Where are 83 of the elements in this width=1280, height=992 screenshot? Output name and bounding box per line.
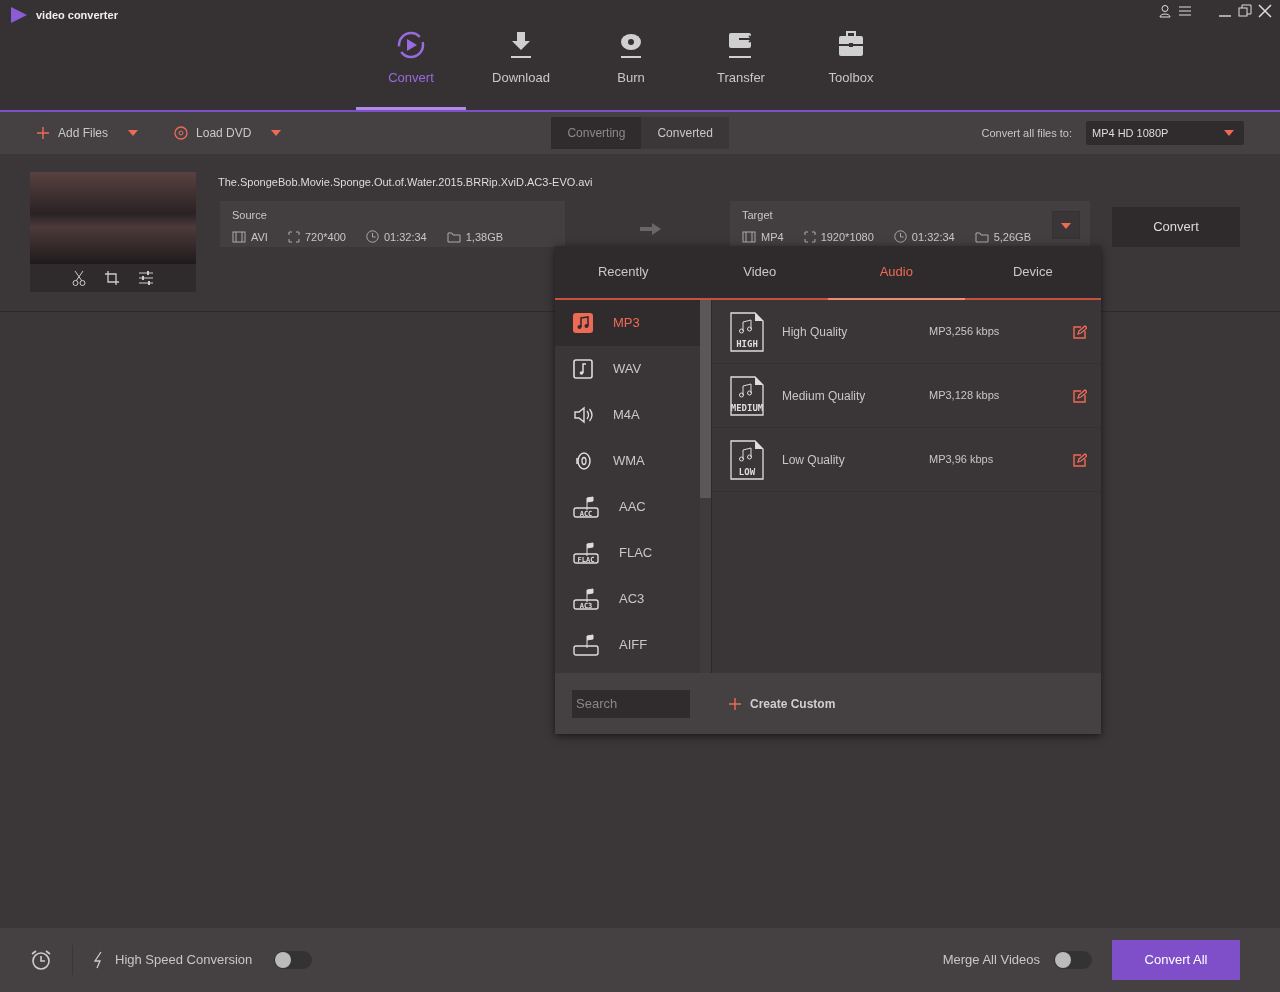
edit-icon[interactable] [1073,324,1087,339]
preset-row[interactable]: HIGH High Quality MP3,256 kbps [712,300,1101,364]
search-field[interactable]: Search [572,689,690,718]
convert-button[interactable]: Convert [1112,207,1240,247]
speaker-icon [573,405,593,425]
format-item[interactable]: WMA [555,438,700,484]
expand-icon [803,230,816,243]
caret-icon [271,130,282,136]
convert-all-label: Convert all files to: [981,125,1072,141]
sliders-icon[interactable] [138,270,154,286]
caret-icon [128,130,139,136]
film-icon [742,230,756,243]
convert-all-button[interactable]: Convert All [1112,940,1240,980]
toggle-switch[interactable] [1054,951,1092,969]
preset-detail: MP3,96 kbps [929,452,995,468]
size-text: 5,26GB [993,229,1031,245]
size-text: 1,38GB [465,229,504,245]
format-item[interactable]: WAV [555,346,700,392]
panel-title: Source [232,208,268,223]
preset-row[interactable]: LOW Low Quality MP3,96 kbps [712,428,1101,492]
view-tab[interactable]: Converted [641,117,729,149]
format-tab[interactable]: Device [964,246,1101,298]
preset-detail: MP3,256 kbps [929,324,1001,340]
nav-tab[interactable]: Transfer [686,0,796,110]
resolution-text: 720*400 [304,229,346,245]
format-item[interactable]: AIFF [555,622,700,668]
crop-icon[interactable] [104,270,120,286]
format-item[interactable]: M4A [555,392,700,438]
audio-file-icon: LOW [728,439,766,480]
format-tab[interactable]: Audio [828,246,965,300]
app-title: video converter [36,7,118,23]
plus-icon [728,696,742,711]
audio-file-icon [573,634,599,656]
target-dropdown[interactable] [1052,211,1080,239]
file-name: The.SpongeBob.Movie.Sponge.Out.of.Water.2015.BRRip.XviD.AC3-EVO.avi [218,175,593,190]
folder-icon [974,230,989,243]
format-tab[interactable]: Recently [555,246,692,298]
edit-icon[interactable] [1073,388,1087,403]
preset-name: High Quality [782,323,849,341]
format-item[interactable]: MP3 [555,300,700,346]
menu-icon[interactable] [1178,4,1192,18]
music-note-icon [573,313,593,333]
nav-tab[interactable]: Burn [576,0,686,110]
caret-icon [1061,222,1071,229]
preset-name: Medium Quality [782,387,867,405]
preset-detail: MP3,128 kbps [929,388,1001,404]
preset-name: Low Quality [782,451,846,469]
format-tab[interactable]: Video [691,246,828,298]
music-note-icon [573,359,593,379]
nav-tab[interactable]: Download [466,0,576,110]
toggle-switch[interactable] [274,951,313,969]
logo-icon [10,6,28,24]
close-icon[interactable] [1258,4,1272,18]
nav-tab[interactable]: Toolbox [796,0,906,110]
duration-text: 01:32:34 [911,229,955,245]
duration-text: 01:32:34 [383,229,427,245]
panel-title: Target [742,208,774,223]
arrow-icon [640,222,662,236]
film-icon [232,230,246,243]
create-custom-button[interactable]: Create Custom [722,693,842,714]
restore-icon[interactable] [1238,4,1252,18]
disc-icon [174,126,189,140]
edit-icon[interactable] [1073,452,1087,467]
user-icon[interactable] [1158,4,1172,18]
load-dvd-button[interactable]: Load DVD [174,124,282,142]
add-files-button[interactable]: Add Files [36,124,139,142]
scissors-icon[interactable] [72,270,86,286]
format-text: MP4 [761,229,784,245]
format-text: AVI [251,229,268,245]
clock-icon [365,230,379,244]
expand-icon [287,230,300,243]
view-tab[interactable]: Converting [551,117,642,149]
folder-icon [446,230,461,243]
speaker-icon [573,451,593,471]
high-speed-label: High Speed Conversion [115,951,253,970]
alarm-clock-icon[interactable] [30,949,52,971]
caret-icon [1224,130,1234,136]
plus-icon [36,126,50,140]
resolution-text: 1920*1080 [820,229,874,245]
merge-videos-label: Merge All Videos [942,951,1040,970]
format-dropdown[interactable]: MP4 HD 1080P [1086,121,1244,145]
audio-file-icon: HIGH [728,311,766,352]
clock-icon [893,230,907,244]
